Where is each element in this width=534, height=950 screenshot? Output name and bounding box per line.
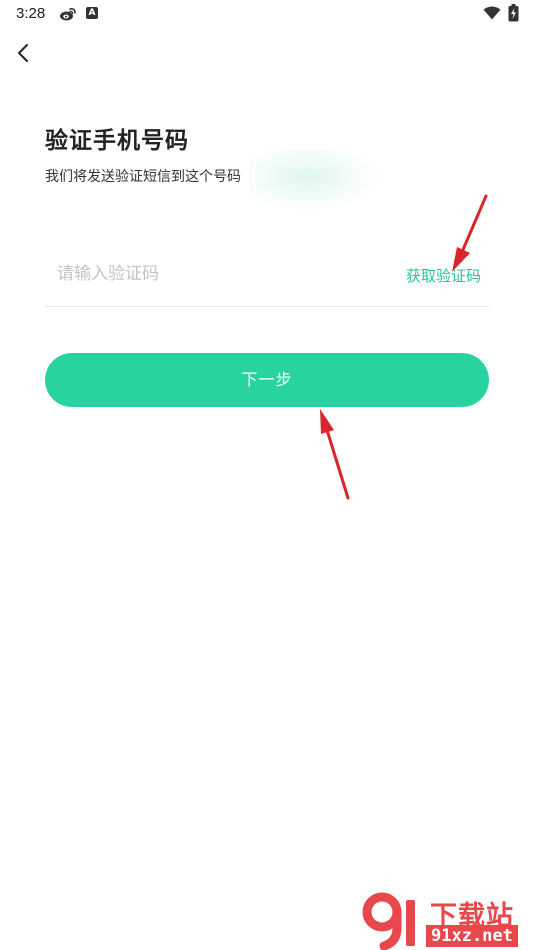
arrow-to-next-button (320, 409, 350, 500)
status-bar: 3:28 A (0, 0, 534, 28)
watermark-url: 91xz.net (426, 925, 518, 947)
back-button[interactable] (8, 36, 42, 70)
get-code-button[interactable]: 获取验证码 (406, 265, 481, 286)
verification-code-input[interactable] (45, 250, 387, 298)
subtitle: 我们将发送验证短信到这个号码 (45, 169, 241, 185)
app-a-icon: A (86, 7, 98, 19)
page-title: 验证手机号码 (45, 128, 189, 154)
weibo-icon (60, 8, 76, 21)
status-time: 3:28 (16, 5, 46, 22)
phone-number-blur (249, 150, 379, 210)
battery-charging-icon (508, 4, 519, 22)
wifi-icon (483, 6, 501, 20)
chevron-left-icon (18, 44, 28, 62)
watermark-logo-icon (362, 892, 415, 950)
next-button[interactable]: 下一步 (45, 353, 489, 407)
verification-code-row: 获取验证码 (45, 250, 489, 307)
watermark: 下载站 91xz.net (362, 892, 534, 950)
